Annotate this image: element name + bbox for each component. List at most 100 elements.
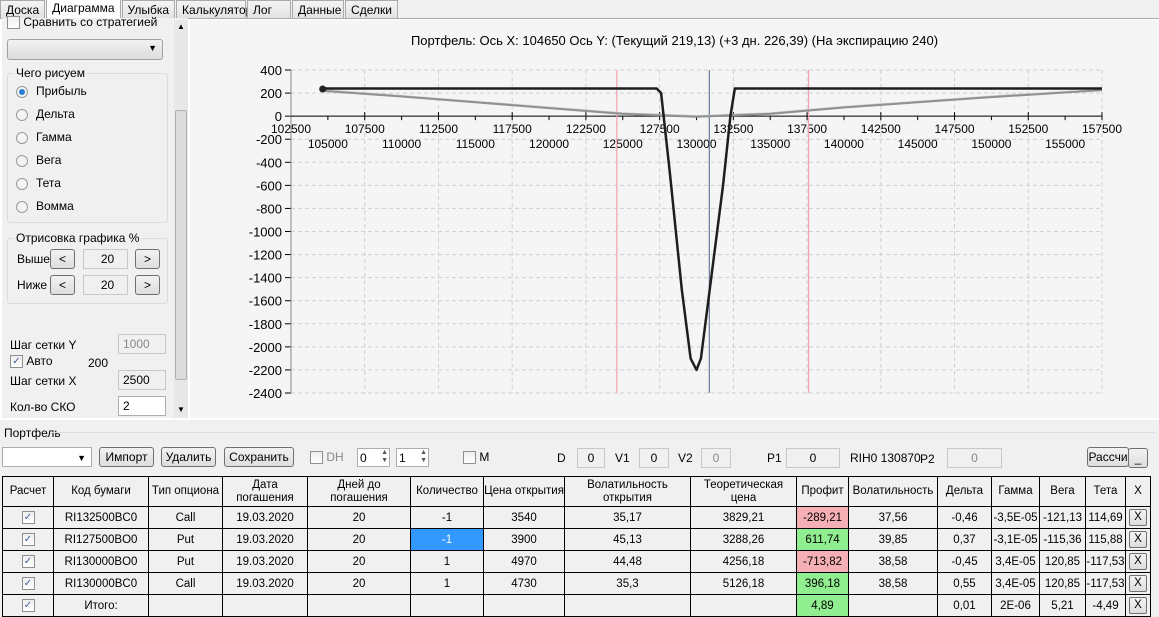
- radio-3[interactable]: Вега: [16, 153, 167, 176]
- delete-cell[interactable]: X: [1125, 528, 1151, 551]
- scroll-down-icon[interactable]: ▼: [177, 405, 185, 414]
- radio-2[interactable]: Гамма: [16, 130, 167, 153]
- table-row[interactable]: ✓ RI130000BO0 Put 19.03.2020 20 1 4970 44,48 425…: [2, 550, 1151, 573]
- checkbox-box[interactable]: [310, 451, 323, 465]
- scroll-thumb[interactable]: [175, 110, 187, 380]
- calculate-button[interactable]: Рассчи: [1087, 447, 1129, 467]
- portfolio-title: Портфель: [4, 426, 61, 440]
- delete-row-button[interactable]: X: [1129, 553, 1147, 570]
- radio-button[interactable]: [16, 85, 28, 98]
- delete-row-button[interactable]: X: [1129, 531, 1147, 548]
- column-header[interactable]: Тета: [1085, 476, 1126, 507]
- scroll-up-icon[interactable]: ▲: [177, 22, 185, 31]
- cell[interactable]: 1: [410, 572, 484, 595]
- spin-arrows-icon[interactable]: ▲ ▼: [420, 449, 427, 465]
- table-row[interactable]: ✓ RI132500BC0 Call 19.03.2020 20 -1 3540 35,17 3…: [2, 506, 1151, 529]
- radio-4[interactable]: Тета: [16, 176, 167, 199]
- above-increase-button[interactable]: >: [135, 249, 160, 269]
- tab-deals[interactable]: Сделки: [345, 0, 398, 18]
- below-increase-button[interactable]: >: [135, 275, 160, 295]
- column-header[interactable]: Дней до погашения: [307, 476, 411, 507]
- cell[interactable]: -1: [410, 528, 484, 551]
- column-header[interactable]: Количество: [410, 476, 484, 507]
- radio-5[interactable]: Вомма: [16, 199, 167, 222]
- cell: 396,18: [796, 572, 849, 595]
- import-button[interactable]: Импорт: [99, 447, 154, 467]
- left-scrollbar[interactable]: ▲ ▼: [174, 20, 188, 418]
- cell: RI127500BO0: [53, 528, 149, 551]
- column-header[interactable]: Волатильность: [848, 476, 938, 507]
- tab-log[interactable]: Лог: [247, 0, 292, 18]
- dh-checkbox[interactable]: DH: [310, 450, 344, 465]
- checkbox-box[interactable]: [463, 451, 476, 465]
- checkbox-box[interactable]: ✓: [10, 355, 23, 369]
- column-header[interactable]: Дата погашения: [222, 476, 308, 507]
- calc-cell[interactable]: ✓: [2, 506, 54, 529]
- table-row[interactable]: ✓ RI130000BC0 Call 19.03.2020 20 1 4730 35,3 512…: [2, 572, 1151, 595]
- spin-input-1[interactable]: 0 ▲ ▼: [357, 448, 390, 467]
- minimize-button[interactable]: _: [1128, 448, 1148, 468]
- column-header[interactable]: Цена открытия: [483, 476, 565, 507]
- calc-cell[interactable]: ✓: [2, 528, 54, 551]
- column-header[interactable]: Гамма: [991, 476, 1040, 507]
- column-header[interactable]: Профит: [796, 476, 849, 507]
- m-checkbox[interactable]: M: [463, 450, 489, 465]
- compare-checkbox[interactable]: Сравнить со стратегией: [7, 15, 157, 30]
- table-row[interactable]: ✓ RI127500BO0 Put 19.03.2020 20 -1 3900 45,13 32…: [2, 528, 1151, 551]
- column-header[interactable]: Код бумаги: [53, 476, 149, 507]
- calc-checkbox[interactable]: ✓: [21, 555, 35, 568]
- strategy-combo[interactable]: ▼: [7, 39, 163, 60]
- portfolio-combo[interactable]: ▼: [2, 447, 92, 467]
- delete-row-button[interactable]: X: [1129, 597, 1147, 614]
- y-tick-label: -2400: [249, 386, 282, 401]
- column-header[interactable]: Теоретическая цена: [690, 476, 797, 507]
- radio-button[interactable]: [16, 108, 28, 121]
- cell[interactable]: -1: [410, 506, 484, 529]
- delete-row-button[interactable]: X: [1129, 509, 1147, 526]
- cell: 611,74: [796, 528, 849, 551]
- radio-button[interactable]: [16, 154, 28, 167]
- spin-arrows-icon[interactable]: ▲ ▼: [381, 449, 388, 465]
- radio-button[interactable]: [16, 200, 28, 213]
- sko-input[interactable]: 2: [118, 396, 166, 416]
- save-button[interactable]: Сохранить: [224, 447, 294, 467]
- delete-cell[interactable]: X: [1125, 506, 1151, 529]
- auto-checkbox[interactable]: ✓ Авто: [10, 354, 53, 369]
- total-delta: 0,01: [937, 594, 992, 617]
- column-header[interactable]: Вега: [1039, 476, 1086, 507]
- calc-cell[interactable]: ✓: [2, 572, 54, 595]
- radio-0[interactable]: Прибыль: [16, 84, 167, 107]
- grid-x-input[interactable]: 2500: [118, 370, 166, 390]
- tab-calculator[interactable]: Калькулятор: [176, 0, 252, 18]
- delete-cell[interactable]: X: [1125, 594, 1151, 617]
- below-decrease-button[interactable]: <: [50, 275, 75, 295]
- delete-cell[interactable]: X: [1125, 550, 1151, 573]
- cell: [307, 594, 411, 617]
- radio-button[interactable]: [16, 177, 28, 190]
- calc-cell[interactable]: ✓: [2, 594, 54, 617]
- calc-checkbox[interactable]: ✓: [21, 511, 35, 524]
- checkbox-box[interactable]: [7, 16, 20, 30]
- radio-1[interactable]: Дельта: [16, 107, 167, 130]
- column-header[interactable]: Дельта: [937, 476, 992, 507]
- calc-checkbox[interactable]: ✓: [21, 599, 35, 612]
- calc-checkbox[interactable]: ✓: [21, 577, 35, 590]
- grid-y-input[interactable]: 1000: [118, 334, 166, 354]
- x-tick-label: 152500: [1008, 122, 1048, 136]
- column-header[interactable]: Волатильность открытия: [564, 476, 691, 507]
- column-header[interactable]: Тип опциона: [148, 476, 223, 507]
- cell: 19.03.2020: [222, 506, 308, 529]
- delete-row-button[interactable]: X: [1129, 575, 1147, 592]
- tab-data[interactable]: Данные: [292, 0, 345, 18]
- delete-button[interactable]: Удалить: [161, 447, 216, 467]
- radio-button[interactable]: [16, 131, 28, 144]
- cell[interactable]: 1: [410, 550, 484, 573]
- calc-cell[interactable]: ✓: [2, 550, 54, 573]
- calc-checkbox[interactable]: ✓: [21, 533, 35, 546]
- column-header[interactable]: Расчет: [2, 476, 54, 507]
- spin-input-2[interactable]: 1 ▲ ▼: [396, 448, 429, 467]
- delete-cell[interactable]: X: [1125, 572, 1151, 595]
- above-decrease-button[interactable]: <: [50, 249, 75, 269]
- column-header[interactable]: X: [1125, 476, 1151, 507]
- cell: -3,1E-05: [991, 528, 1040, 551]
